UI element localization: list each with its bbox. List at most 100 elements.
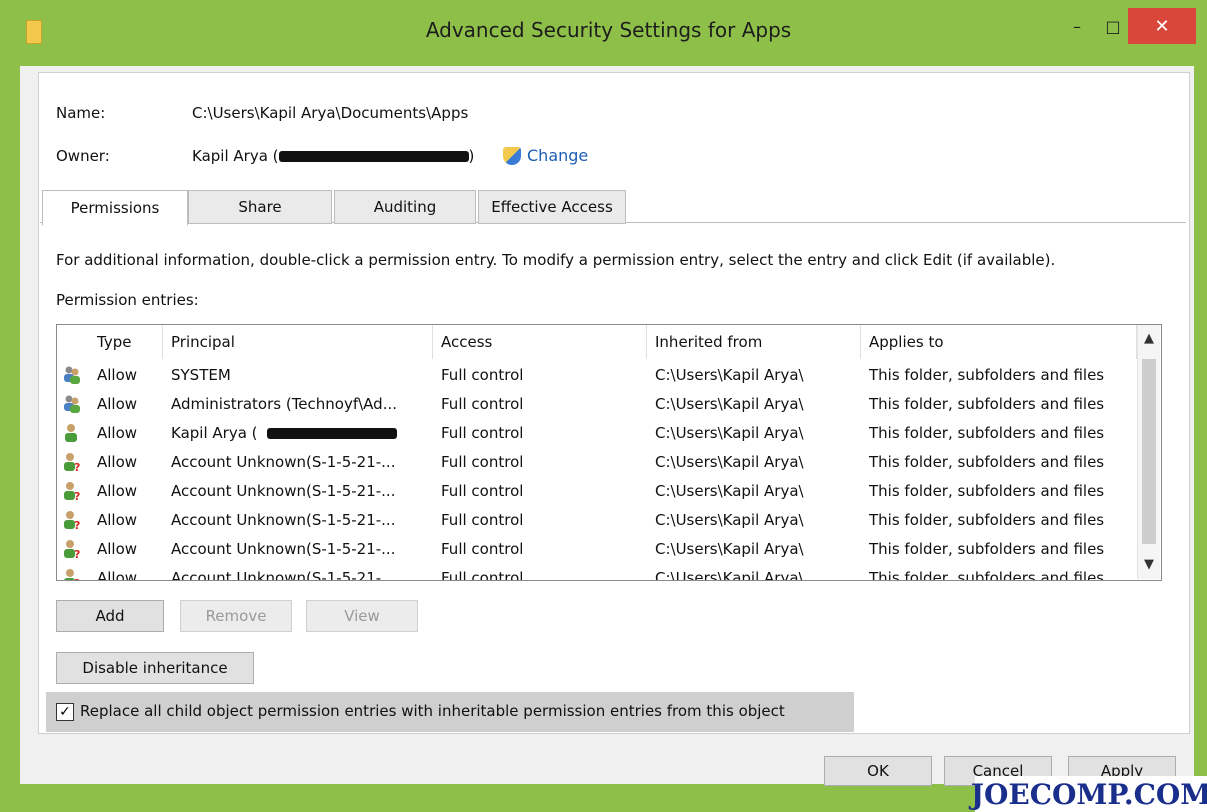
cell-applies-to: This folder, subfolders and files [869, 482, 1105, 500]
cell-applies-to: This folder, subfolders and files [869, 453, 1105, 471]
group-user-icon [63, 394, 81, 414]
owner-value: Kapil Arya () [192, 147, 474, 165]
scrollbar-thumb[interactable] [1142, 359, 1156, 544]
cell-inherited-from: C:\Users\Kapil Arya\ [655, 482, 804, 500]
cell-inherited-from: C:\Users\Kapil Arya\ [655, 395, 804, 413]
group-user-icon [63, 365, 81, 385]
cell-applies-to: This folder, subfolders and files [869, 366, 1105, 384]
owner-suffix: ) [468, 147, 475, 165]
column-header-inherited-from[interactable]: Inherited from [647, 325, 861, 359]
scroll-up-icon[interactable]: ▲ [1138, 331, 1160, 346]
tab-permissions[interactable]: Permissions [42, 190, 188, 226]
table-row[interactable]: ? Allow Account Unknown(S-1-5-21-... Full c… [57, 506, 1137, 535]
svg-text:?: ? [74, 461, 80, 472]
cell-principal: Account Unknown(S-1-5-21-... [171, 453, 396, 471]
view-button[interactable]: View [306, 600, 418, 632]
unknown-user-icon: ? [63, 568, 81, 581]
column-header-principal[interactable]: Principal [163, 325, 433, 359]
owner-label: Owner: [56, 147, 110, 165]
owner-name: Kapil Arya ( [192, 147, 279, 165]
cell-inherited-from: C:\Users\Kapil Arya\ [655, 511, 804, 529]
security-settings-window: Advanced Security Settings for Apps – □ … [0, 0, 1207, 812]
watermark: JOECOMP.COM [970, 776, 1207, 812]
unknown-user-icon: ? [63, 539, 81, 561]
cell-type: Allow [97, 453, 138, 471]
permission-entries-list[interactable]: Type Principal Access Inherited from App… [56, 324, 1162, 581]
cell-principal: Administrators (Technoyf\Ad... [171, 395, 398, 413]
cell-inherited-from: C:\Users\Kapil Arya\ [655, 540, 804, 558]
cell-inherited-from: C:\Users\Kapil Arya\ [655, 453, 804, 471]
cell-principal: SYSTEM [171, 366, 231, 384]
vertical-scrollbar[interactable]: ▲ ▼ [1137, 325, 1160, 579]
window-title: Advanced Security Settings for Apps [425, 18, 792, 42]
cell-inherited-from: C:\Users\Kapil Arya\ [655, 424, 804, 442]
svg-text:?: ? [74, 548, 80, 559]
disable-inheritance-button[interactable]: Disable inheritance [56, 652, 254, 684]
cell-access: Full control [441, 482, 524, 500]
cell-type: Allow [97, 569, 138, 581]
user-icon [63, 423, 81, 443]
replace-permissions-option[interactable]: ✓ Replace all child object permission en… [46, 692, 854, 732]
ok-button[interactable]: OK [824, 756, 932, 786]
remove-button[interactable]: Remove [180, 600, 292, 632]
add-button[interactable]: Add [56, 600, 164, 632]
change-owner-link[interactable]: Change [503, 146, 588, 165]
unknown-user-icon: ? [63, 452, 81, 474]
cell-principal: Kapil Arya ( [171, 424, 258, 442]
cell-access: Full control [441, 395, 524, 413]
table-row[interactable]: ? Allow Account Unknown(S-1-5-21-... Full c… [57, 564, 1137, 581]
cell-inherited-from: C:\Users\Kapil Arya\ [655, 366, 804, 384]
title-bar[interactable]: Advanced Security Settings for Apps – □ … [0, 0, 1207, 66]
svg-text:?: ? [74, 519, 80, 530]
table-row[interactable]: ? Allow Account Unknown(S-1-5-21-... Full c… [57, 477, 1137, 506]
tab-auditing[interactable]: Auditing [334, 190, 476, 224]
cell-inherited-from: C:\Users\Kapil Arya\ [655, 569, 804, 581]
redacted-email [278, 151, 469, 162]
cell-type: Allow [97, 366, 138, 384]
table-row[interactable]: Allow SYSTEM Full control C:\Users\Kapil Ar… [57, 361, 1137, 390]
replace-permissions-label: Replace all child object permission entr… [80, 702, 785, 720]
change-link-label: Change [527, 146, 589, 165]
cell-applies-to: This folder, subfolders and files [869, 540, 1105, 558]
maximize-button[interactable]: □ [1098, 8, 1128, 44]
cell-access: Full control [441, 569, 524, 581]
permission-entries-label: Permission entries: [56, 291, 199, 309]
name-label: Name: [56, 104, 106, 122]
cell-access: Full control [441, 511, 524, 529]
svg-text:?: ? [74, 490, 80, 501]
svg-text:?: ? [74, 577, 80, 581]
tab-effective-access[interactable]: Effective Access [478, 190, 626, 224]
unknown-user-icon: ? [63, 510, 81, 532]
close-button[interactable]: ✕ [1128, 8, 1196, 44]
table-row[interactable]: ? Allow Account Unknown(S-1-5-21-... Full c… [57, 448, 1137, 477]
cell-access: Full control [441, 453, 524, 471]
cell-applies-to: This folder, subfolders and files [869, 511, 1105, 529]
cell-access: Full control [441, 540, 524, 558]
name-value: C:\Users\Kapil Arya\Documents\Apps [192, 104, 469, 122]
cell-type: Allow [97, 482, 138, 500]
replace-permissions-checkbox[interactable]: ✓ [56, 703, 74, 721]
info-text: For additional information, double-click… [56, 251, 1056, 269]
cell-principal: Account Unknown(S-1-5-21-... [171, 569, 396, 581]
cell-type: Allow [97, 424, 138, 442]
cell-applies-to: This folder, subfolders and files [869, 424, 1105, 442]
uac-shield-icon [503, 146, 521, 165]
cell-principal: Account Unknown(S-1-5-21-... [171, 511, 396, 529]
cell-applies-to: This folder, subfolders and files [869, 395, 1105, 413]
table-row[interactable]: Allow Kapil Arya ( Full control C:\Users\Ka… [57, 419, 1137, 448]
cell-principal: Account Unknown(S-1-5-21-... [171, 482, 396, 500]
cell-type: Allow [97, 395, 138, 413]
scroll-down-icon[interactable]: ▼ [1138, 557, 1160, 572]
table-row[interactable]: Allow Administrators (Technoyf\Ad... Full … [57, 390, 1137, 419]
cell-access: Full control [441, 424, 524, 442]
cell-type: Allow [97, 540, 138, 558]
tab-share[interactable]: Share [188, 190, 332, 224]
column-header-access[interactable]: Access [433, 325, 647, 359]
unknown-user-icon: ? [63, 481, 81, 503]
column-header-applies-to[interactable]: Applies to [861, 325, 1137, 359]
table-row[interactable]: ? Allow Account Unknown(S-1-5-21-... Full c… [57, 535, 1137, 564]
redacted-email [267, 428, 397, 439]
cell-type: Allow [97, 511, 138, 529]
column-header-type[interactable]: Type [89, 325, 163, 359]
minimize-button[interactable]: – [1062, 8, 1092, 44]
